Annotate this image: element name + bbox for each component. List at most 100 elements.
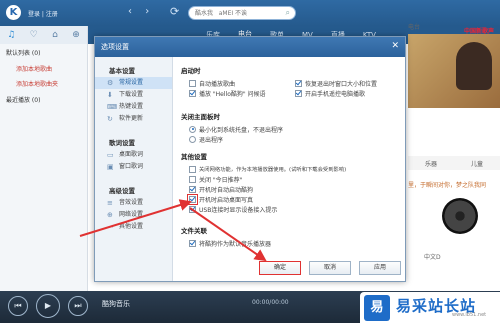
ok-button[interactable]: 确定	[259, 261, 301, 275]
equalizer-icon: ≡	[107, 199, 113, 207]
option-label: 开启手机遥控电脑播歌	[305, 90, 366, 98]
sidebar-item-label: 网络设置	[119, 211, 144, 218]
home-icon[interactable]: ⌂	[52, 30, 58, 40]
sidebar-item-update[interactable]: ↻ 软件更新	[95, 113, 172, 125]
option-label: 开机时自动启动酷狗	[199, 186, 254, 194]
mobile-remote-checkbox[interactable]: 开启手机遥控电脑播歌	[295, 88, 401, 98]
playlist-default[interactable]: 默认列表 (0)	[0, 44, 87, 61]
autostart-checkbox[interactable]: 开机时自动启动酷狗	[189, 184, 401, 194]
group-title: 其他设置	[181, 153, 207, 161]
heart-icon[interactable]: ♡	[30, 30, 38, 40]
album-disc[interactable]	[442, 198, 478, 234]
option-label: USB连接时显示设备接入提示	[199, 206, 278, 214]
section-basic: 基本设置	[109, 67, 135, 75]
window-icon: ▣	[107, 163, 114, 171]
group-file-assoc: 文件关联 将酷狗作为默认音乐播放器	[181, 225, 401, 248]
option-label: 退出程序	[199, 136, 224, 144]
option-label: 自动播放歌曲	[199, 80, 236, 88]
login-link[interactable]: 登录 | 注册	[28, 9, 58, 18]
exit-program-radio[interactable]: 退出程序	[189, 134, 401, 144]
autoplay-checkbox[interactable]: 自动播放歌曲	[189, 78, 295, 88]
usb-prompt-checkbox[interactable]: USB连接时显示设备接入提示	[189, 204, 401, 214]
promo-text: 里，于瞬间对你，梦之队我同	[408, 182, 487, 189]
option-label: 最小化到系统托盘，不退出程序	[199, 126, 284, 134]
search-box[interactable]: ⌕	[188, 6, 296, 20]
sidebar-item-download[interactable]: ⬇ 下载设置	[95, 89, 172, 101]
artist-photo	[456, 42, 492, 90]
minimize-to-tray-radio[interactable]: 最小化到系统托盘，不退出程序	[189, 124, 401, 134]
music-icon[interactable]: ♫	[7, 30, 15, 40]
genre-kids[interactable]: 儿童	[471, 159, 483, 168]
prev-button[interactable]: ⏮	[8, 296, 28, 316]
option-label: 将酷狗作为默认音乐播放器	[199, 240, 272, 248]
album-strip	[412, 198, 498, 238]
sidebar-item-window-lyrics[interactable]: ▣ 窗口歌词	[95, 161, 172, 173]
lyrics-icon: ▭	[107, 151, 114, 159]
option-label: 开机时启动桌面写真	[199, 196, 254, 204]
category-label: 中文D	[424, 254, 441, 261]
disable-network-checkbox[interactable]: 关闭网络功能，作为本地播放器使用。(试听和下载会受到影响)	[189, 164, 401, 174]
cancel-button[interactable]: 取消	[309, 261, 351, 275]
song-title: 酷狗音乐	[102, 300, 130, 308]
add-local-folder-link[interactable]: 添加本地歌曲夹	[0, 76, 87, 91]
sidebar-item-label: 音效设置	[119, 199, 144, 206]
option-label: 关闭网络功能，作为本地播放器使用。(试听和下载会受到影响)	[199, 167, 347, 173]
sidebar-item-other[interactable]: ⋯ 其他设置	[95, 221, 172, 233]
group-title: 关闭主面板时	[181, 113, 220, 121]
watermark: 易 易采站长站 www.ib51.net	[360, 292, 500, 323]
sidebar-item-label: 软件更新	[119, 115, 144, 122]
close-icon[interactable]: ✕	[391, 41, 399, 51]
sidebar-icon-row: ♫ ♡ ⌂ ⊕	[0, 26, 87, 44]
option-label: 关闭 "今日推荐"	[199, 176, 243, 184]
refresh-icon[interactable]: ⟳	[170, 5, 179, 18]
sidebar-item-hotkeys[interactable]: ⌨ 热键设置	[95, 101, 172, 113]
add-local-songs-link[interactable]: 添加本地歌曲	[0, 61, 87, 76]
greeting-checkbox[interactable]: 播放 "Hello酷狗" 问候语	[189, 88, 295, 98]
sidebar-item-general[interactable]: ⚙ 常规设置	[95, 77, 172, 89]
option-label: 恢复退出时窗口大小和位置	[305, 80, 378, 88]
next-button[interactable]: ⏭	[68, 296, 88, 316]
sidebar-item-label: 热键设置	[119, 103, 144, 110]
network-icon: ⊕	[107, 211, 113, 219]
play-button[interactable]: ▶	[36, 294, 60, 318]
download-icon[interactable]: ⊕	[72, 30, 80, 40]
nav-arrows: ‹ ›	[128, 6, 149, 17]
sidebar-item-label: 下载设置	[119, 91, 144, 98]
app-logo[interactable]: K	[6, 5, 21, 20]
group-close-panel: 关闭主面板时 最小化到系统托盘，不退出程序 退出程序	[181, 111, 401, 144]
left-sidebar: ♫ ♡ ⌂ ⊕ 默认列表 (0) 添加本地歌曲 添加本地歌曲夹 最近播放 (0)	[0, 26, 88, 291]
dialog-body: 启动时 自动播放歌曲 恢复退出时窗口大小和位置 播放 "Hello酷狗" 问候语…	[179, 61, 401, 249]
options-dialog: 选项设置 ✕ 基本设置 ⚙ 常规设置 ⬇ 下载设置 ⌨ 热键设置 ↻ 软件更新 歌词设置…	[94, 36, 406, 282]
genre-bar: 乐器 儿童	[408, 156, 500, 170]
sidebar-item-label: 常规设置	[119, 79, 144, 86]
forward-icon[interactable]: ›	[145, 6, 149, 17]
back-icon[interactable]: ‹	[128, 6, 132, 17]
sidebar-item-network[interactable]: ⊕ 网络设置	[95, 209, 172, 221]
option-label: 播放 "Hello酷狗" 问候语	[199, 90, 266, 98]
sidebar-item-sound[interactable]: ≡ 音效设置	[95, 197, 172, 209]
disable-recommend-checkbox[interactable]: 关闭 "今日推荐"	[189, 174, 401, 184]
watermark-url: www.ib51.net	[452, 312, 487, 318]
search-icon[interactable]: ⌕	[286, 8, 290, 18]
update-icon: ↻	[107, 115, 113, 123]
search-input[interactable]	[195, 8, 275, 19]
song-time: 00:00/00:00	[252, 299, 289, 306]
more-icon: ⋯	[107, 223, 114, 231]
restore-window-checkbox[interactable]: 恢复退出时窗口大小和位置	[295, 78, 401, 88]
download-icon: ⬇	[107, 91, 113, 99]
dialog-title: 选项设置	[95, 37, 405, 57]
dialog-sidebar: 基本设置 ⚙ 常规设置 ⬇ 下载设置 ⌨ 热键设置 ↻ 软件更新 歌词设置 ▭ 桌面歌词 …	[95, 57, 173, 281]
group-other: 其他设置 关闭网络功能，作为本地播放器使用。(试听和下载会受到影响) 关闭 "今…	[181, 151, 401, 214]
banner-image[interactable]	[408, 34, 500, 108]
desktop-photo-checkbox[interactable]: 开机时启动桌面写真	[187, 193, 401, 205]
watermark-logo: 易	[364, 295, 390, 321]
default-player-checkbox[interactable]: 将酷狗作为默认音乐播放器	[189, 238, 401, 248]
sidebar-item-label: 窗口歌词	[119, 163, 144, 170]
section-lyrics: 歌词设置	[109, 139, 135, 147]
genre-instrument[interactable]: 乐器	[425, 159, 437, 168]
apply-button[interactable]: 应用	[359, 261, 401, 275]
playlist-recent[interactable]: 最近播放 (0)	[0, 91, 87, 108]
sidebar-item-desktop-lyrics[interactable]: ▭ 桌面歌词	[95, 149, 172, 161]
group-startup: 启动时 自动播放歌曲 恢复退出时窗口大小和位置 播放 "Hello酷狗" 问候语…	[181, 65, 401, 98]
keyboard-icon: ⌨	[107, 103, 118, 111]
